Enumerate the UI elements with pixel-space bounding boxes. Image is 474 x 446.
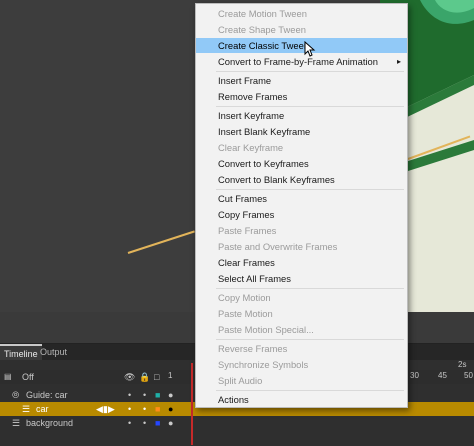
menu-item-convert-frame-by-frame[interactable]: Convert to Frame-by-Frame Animation ▸ [196,54,407,69]
menu-item-insert-blank-keyframe[interactable]: Insert Blank Keyframe [196,124,407,139]
ruler-label: 30 [410,371,419,380]
playhead[interactable] [191,363,193,445]
menu-item-convert-to-keyframes[interactable]: Convert to Keyframes [196,156,407,171]
menu-item-cut-frames[interactable]: Cut Frames [196,191,407,206]
keyframe-dot[interactable]: ● [168,388,173,402]
visibility-dot[interactable]: • [128,388,131,402]
menu-item-remove-frames[interactable]: Remove Frames [196,89,407,104]
menu-item-insert-keyframe[interactable]: Insert Keyframe [196,108,407,123]
menu-separator [216,189,404,190]
menu-item-paste-motion[interactable]: Paste Motion [196,306,407,321]
menu-item-create-motion-tween[interactable]: Create Motion Tween [196,6,407,21]
menu-item-create-shape-tween[interactable]: Create Shape Tween [196,22,407,37]
menu-separator [216,106,404,107]
tab-output[interactable]: Output [36,344,71,360]
layer-name[interactable]: car [36,402,49,416]
layer-options-icon[interactable]: ▤ [4,370,12,384]
menu-item-copy-frames[interactable]: Copy Frames [196,207,407,222]
layer-color-swatch[interactable]: ■ [155,388,160,402]
ruler-label: 1 [168,371,173,380]
menu-item-reverse-frames[interactable]: Reverse Frames [196,341,407,356]
menu-item-select-all-frames[interactable]: Select All Frames [196,271,407,286]
layer-icon: ☰ [22,404,31,414]
menu-item-convert-to-blank-keyframes[interactable]: Convert to Blank Keyframes [196,172,407,187]
lock-dot[interactable]: • [143,402,146,416]
visibility-dot[interactable]: • [128,402,131,416]
ruler-label: 50 [464,371,473,380]
menu-item-synchronize-symbols[interactable]: Synchronize Symbols [196,357,407,372]
menu-item-insert-frame[interactable]: Insert Frame [196,73,407,88]
menu-item-paste-overwrite-frames[interactable]: Paste and Overwrite Frames [196,239,407,254]
layer-row-background[interactable]: ☰ background • • ■ ● [0,416,474,430]
layer-color-swatch[interactable]: ■ [155,402,160,416]
menu-item-create-classic-tween[interactable]: Create Classic Tween [196,38,407,53]
menu-separator [216,339,404,340]
layer-name[interactable]: background [26,416,73,430]
menu-item-label: Convert to Frame-by-Frame Animation [218,56,378,67]
lock-dot[interactable]: • [143,388,146,402]
mouse-cursor-icon [304,41,316,57]
menu-item-copy-motion[interactable]: Copy Motion [196,290,407,305]
layer-name[interactable]: Guide: car [26,388,68,402]
menu-item-actions[interactable]: Actions [196,392,407,407]
menu-item-split-audio[interactable]: Split Audio [196,373,407,388]
lock-dot[interactable]: • [143,416,146,430]
layer-tools-icon[interactable]: ◀▮▶ [96,402,115,416]
menu-separator [216,71,404,72]
menu-separator [216,288,404,289]
outline-icon[interactable]: □ [154,370,159,384]
guide-layer-icon: ⦾ [12,390,20,400]
ruler-label: 45 [438,371,447,380]
keyframe-dot[interactable]: ● [168,402,173,416]
eye-icon[interactable]: 👁 [124,370,135,384]
lock-icon[interactable]: 🔒 [139,370,150,384]
timeline-header-label: Off [22,372,34,382]
menu-item-clear-keyframe[interactable]: Clear Keyframe [196,140,407,155]
menu-item-clear-frames[interactable]: Clear Frames [196,255,407,270]
keyframe-dot[interactable]: ● [168,416,173,430]
time-label: 2s [458,360,467,369]
context-menu: Create Motion Tween Create Shape Tween C… [195,3,408,408]
menu-item-paste-motion-special[interactable]: Paste Motion Special... [196,322,407,337]
menu-item-paste-frames[interactable]: Paste Frames [196,223,407,238]
visibility-dot[interactable]: • [128,416,131,430]
menu-separator [216,390,404,391]
layer-icon: ☰ [12,418,21,428]
submenu-arrow-icon: ▸ [396,57,401,66]
layer-color-swatch[interactable]: ■ [155,416,160,430]
